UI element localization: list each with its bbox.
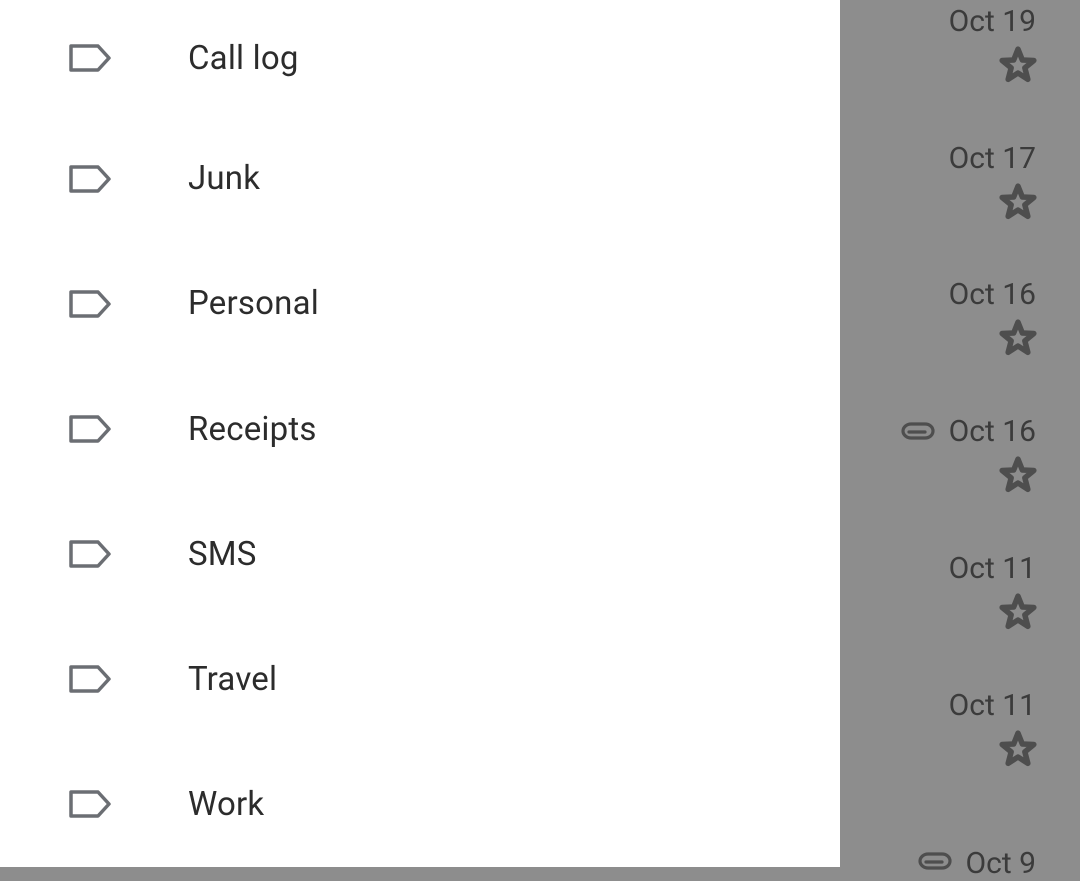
- mail-date: Oct 19: [949, 4, 1036, 39]
- sidebar-item-label: Call log: [188, 39, 299, 78]
- mail-date: Oct 17: [949, 141, 1036, 176]
- sidebar-item-call-log[interactable]: Call log: [0, 0, 840, 116]
- mail-date: Oct 16: [949, 414, 1036, 449]
- star-icon[interactable]: [998, 592, 1038, 632]
- sidebar-item-junk[interactable]: Junk: [0, 116, 840, 241]
- mail-date: Oct 9: [966, 846, 1036, 881]
- mail-date: Oct 16: [949, 277, 1036, 312]
- mail-row-peek: Oct 9: [918, 846, 1036, 871]
- mail-row: Oct 11: [840, 551, 1080, 632]
- sidebar-item-label: Receipts: [188, 410, 317, 449]
- sidebar-item-label: Personal: [188, 284, 319, 323]
- sidebar-item-personal[interactable]: Personal: [0, 241, 840, 366]
- label-icon: [0, 288, 188, 320]
- label-icon: [0, 788, 188, 820]
- mail-date: Oct 11: [949, 551, 1036, 586]
- mail-row: Oct 16: [840, 277, 1080, 358]
- attachment-icon: [918, 852, 952, 872]
- label-icon: [0, 663, 188, 695]
- mail-row: Oct 16: [840, 414, 1080, 495]
- mail-row: Oct 19: [840, 4, 1080, 85]
- label-icon: [0, 163, 188, 195]
- sidebar-item-label: Work: [188, 785, 264, 824]
- sidebar-item-label: SMS: [188, 535, 257, 574]
- mail-row: Oct 11: [840, 688, 1080, 769]
- label-icon: [0, 42, 188, 74]
- star-icon[interactable]: [998, 729, 1038, 769]
- mail-row: Oct 17: [840, 141, 1080, 222]
- attachment-icon: [901, 422, 935, 442]
- sidebar-item-travel[interactable]: Travel: [0, 617, 840, 742]
- sidebar-item-receipts[interactable]: Receipts: [0, 366, 840, 491]
- sidebar-item-sms[interactable]: SMS: [0, 492, 840, 617]
- star-icon[interactable]: [998, 318, 1038, 358]
- label-icon: [0, 538, 188, 570]
- sidebar-item-work[interactable]: Work: [0, 742, 840, 867]
- sidebar-item-label: Junk: [188, 159, 260, 198]
- sidebar-item-label: Travel: [188, 660, 277, 699]
- label-icon: [0, 413, 188, 445]
- navigation-drawer: Call log Junk Personal Receipts: [0, 0, 840, 867]
- star-icon[interactable]: [998, 455, 1038, 495]
- mail-list-backdrop: Oct 19 Oct 17 Oct 16 Oct 16: [840, 0, 1080, 867]
- mail-date: Oct 11: [949, 688, 1036, 723]
- star-icon[interactable]: [998, 45, 1038, 85]
- star-icon[interactable]: [998, 182, 1038, 222]
